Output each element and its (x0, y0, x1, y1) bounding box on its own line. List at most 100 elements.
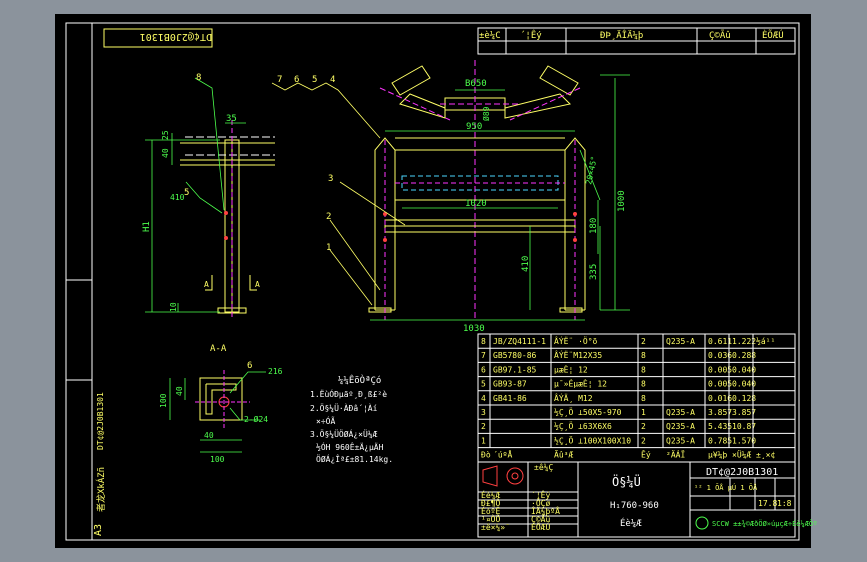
cad-drawing[interactable]: A3 者龙XkÁZñ DT¢@2J0B1301 DT¢@2J0B1301 ±è¼… (0, 0, 867, 562)
dim-335: 335 (589, 264, 599, 280)
leader-8: 8 (196, 73, 201, 83)
bom-cell: 2 (641, 422, 646, 431)
bom-header-cell: Ãû³Æ (554, 450, 573, 460)
dim-216: 216 (268, 367, 283, 376)
dim-1000: 1000 (617, 190, 627, 212)
leader-5: 5 (312, 75, 317, 85)
note-2: 2.Ö§¼Ü·ÀÐâ´¦Àí (310, 402, 378, 413)
leader-6: 6 (294, 75, 299, 85)
bom-header-cell: ²ÄÁÏ (666, 449, 685, 460)
dim-1030: 1030 (463, 324, 485, 334)
bom-cell: GB97.1-85 (493, 365, 537, 374)
bom-header-cell: Ðò (481, 450, 491, 460)
part-name: Ö§¼Ü (612, 473, 641, 489)
bom-cell: 1 (481, 436, 486, 445)
rev-col-3: ÐÞ¸ÄÎÄ¼þ (600, 29, 643, 41)
note-1: 1.ËùÓÐµãº¸Ð¸ß£²è (310, 388, 387, 399)
side-label-text: 者龙XkÁZñ (95, 467, 107, 512)
bom-cell: ÂÝË¨ ·Ö°õ (554, 335, 598, 346)
note-2b: ×÷ÓÃ (316, 415, 335, 426)
bom-cell: 8 (481, 337, 486, 346)
note-3b: ½ÓH 960Ê±Ä¿µÄH (316, 441, 384, 452)
bom-cell: 3 (481, 408, 486, 417)
dim-950: 950 (466, 122, 482, 132)
bom-cell: ÂÝË¨M12X35 (554, 349, 602, 360)
leader-7: 7 (277, 75, 282, 85)
bom-header-cell: ´úºÅ (493, 449, 512, 460)
bom-cell: 5 (481, 380, 486, 389)
bom-cell: µ¯»ÉµæÈ¦ 12 (554, 378, 607, 389)
rev-col-2: ´¦Êý (520, 29, 542, 41)
dim-100: 100 (159, 393, 168, 408)
bom-cell: 8 (641, 380, 646, 389)
dim-1020: 1020 (465, 199, 487, 209)
part-spec: H₁760-960 (610, 501, 659, 511)
rev-col-5: ÈÕÆÚ (762, 29, 784, 41)
dim-10: 10 (169, 302, 178, 312)
bom-header-cell: ±¸×¢ (756, 451, 775, 460)
leader-4: 4 (330, 75, 335, 85)
tb-label-6: ÈÕÆÚ (531, 521, 550, 532)
company-name: SCCW ±±¾©ÆðÖØ»úµçÆ÷Éè¼ÆÔº (712, 519, 817, 528)
bom-cell: ½Ç¸Ö ⊥63X6X6 (554, 421, 612, 431)
bom-cell: 8 (641, 394, 646, 403)
tb-label-1: ±ê¼Ç (534, 462, 553, 472)
bom-cell: GB93-87 (493, 380, 527, 389)
bom-cell: 6 (481, 365, 486, 374)
bom-cell: 4 (481, 394, 486, 403)
scale: 1:8 (777, 499, 792, 508)
bom-cell: ½Ç¸Ö ⊥100X100X10 (554, 435, 631, 445)
notes-title: ¼¼ÊõÒªÇó (338, 374, 381, 386)
note-3: 3.Ö§¼ÜÖØÁ¿×Ü¼Æ (310, 428, 378, 439)
dim-100b: 100 (210, 455, 225, 464)
bom-cell: ÂÝÄ¸ M12 (554, 392, 593, 403)
dim-40b: 40 (175, 386, 184, 396)
note-3c: ÖØÁ¿Îª£±81.14kg. (316, 453, 393, 464)
dim-35: 35 (226, 114, 237, 124)
leader-5b: 5 (184, 188, 189, 198)
dim-410: 410 (521, 256, 531, 272)
bom-cell: 2 (641, 436, 646, 445)
bom-cell: GB5780-86 (493, 351, 537, 360)
unit-label: Éè¼Æ (620, 517, 642, 529)
tb-row-5: ±ê×¼»¯ (481, 522, 510, 532)
bom-cell: GB41-86 (493, 394, 527, 403)
bom-header-cell: µ¥¼þ (708, 451, 727, 460)
dim-b650: B650 (465, 79, 487, 89)
dim-h1: H1 (142, 221, 152, 232)
dim-40c: 40 (204, 431, 214, 440)
bom-cell: JB/ZQ4111-1 (493, 337, 546, 346)
bom-cell: Q235-A (666, 436, 695, 445)
side-code: DT¢@2J0B1301 (96, 392, 105, 450)
dim-410b: 410 (170, 193, 185, 202)
dim-25: 25 (161, 130, 170, 140)
section-mark-right: A (255, 280, 260, 289)
section-title: A-A (210, 344, 227, 354)
dim-180: 180 (589, 218, 599, 234)
bom-cell: 1 (641, 408, 646, 417)
leader-6b: 6 (247, 361, 252, 371)
bom-cell: 2 (481, 422, 486, 431)
dim-40: 40 (161, 148, 170, 158)
bom-cell: Q235-A (666, 422, 695, 431)
weight: 17.8 (758, 499, 777, 508)
bom-cell: Q235-A (666, 408, 695, 417)
leader-1: 1 (326, 243, 331, 253)
drawing-sheet (55, 14, 811, 548)
bom-cell: ½á¹¹ (756, 336, 775, 346)
leader-3: 3 (328, 174, 333, 184)
bom-cell: 8 (641, 351, 646, 360)
bom-cell: 7 (481, 351, 486, 360)
sheet-count: ¹² 1 ÕÅ µÚ 1 ÕÅ (694, 483, 758, 492)
bom-header-cell: Êý (641, 449, 651, 460)
top-code-text: DT¢@2J0B1301 (140, 31, 212, 42)
bom-cell: 2 (641, 337, 646, 346)
dim-2x24: 2-Ø24 (244, 414, 268, 424)
bom-cell: Q235-A (666, 337, 695, 346)
rev-col-1: ±è¼C (479, 30, 501, 41)
bom-cell: 8 (641, 365, 646, 374)
dim-89: Ø89 (481, 106, 491, 121)
bom-header-cell: ×Ü¼Æ (732, 450, 751, 460)
bom-cell: ½Ç¸Ö ⊥50X5-970 (554, 407, 622, 417)
size-mark: A3 (93, 524, 104, 536)
